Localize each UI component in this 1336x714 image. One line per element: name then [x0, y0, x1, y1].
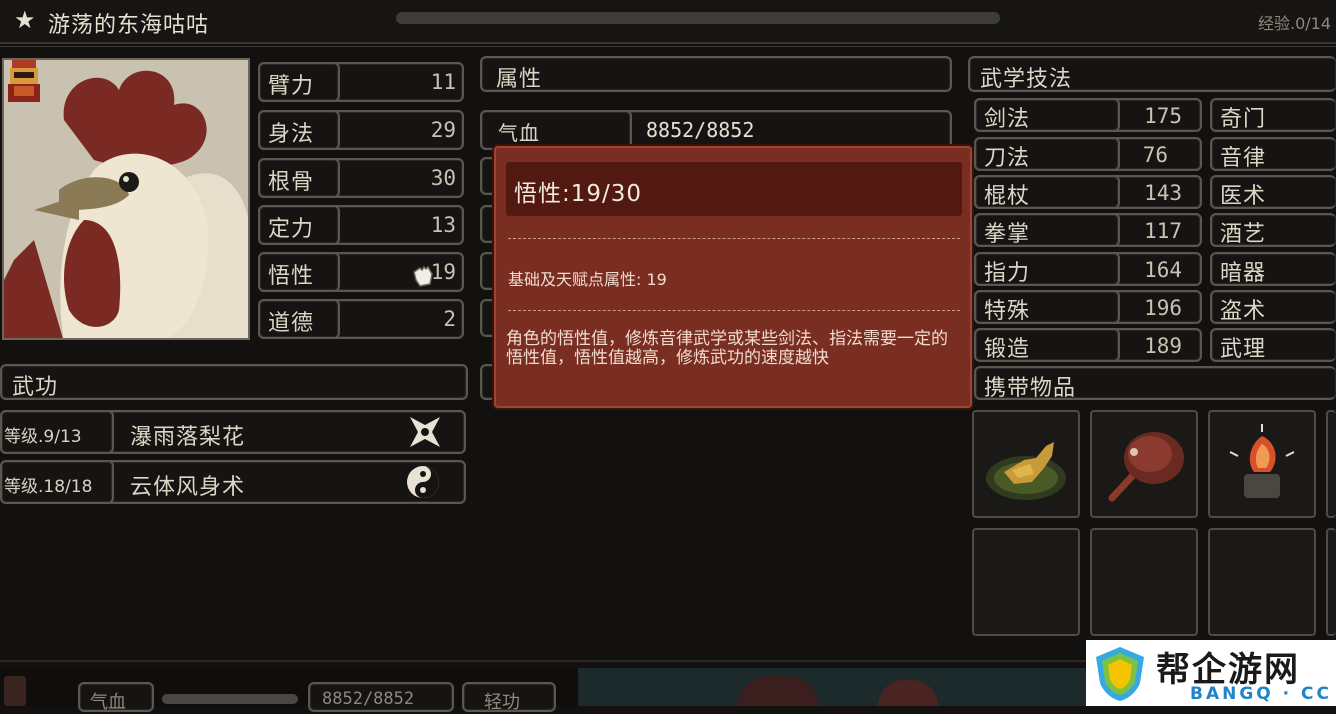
bottom-hp-value-box: 8852/8852	[308, 682, 454, 712]
skill-label: 盗术	[1220, 299, 1267, 324]
bottom-hp-label-box: 气血	[78, 682, 154, 713]
bottom-skill-button[interactable]: 轻功	[462, 682, 556, 713]
roast-meat-icon	[1108, 432, 1184, 502]
inventory-slot[interactable]	[972, 410, 1080, 518]
inventory-slot[interactable]	[1090, 528, 1198, 636]
stat-label: 臂力	[268, 74, 315, 99]
attributes-header: 属性	[480, 56, 952, 92]
tooltip-description: 角色的悟性值，修炼音律武学或某些剑法、指法需要一定的悟性值，悟性值越高，修炼武功…	[506, 329, 948, 368]
inventory-slot[interactable]	[1208, 528, 1316, 636]
skill-label: 音律	[1220, 146, 1267, 171]
stat-value: 29	[430, 118, 456, 142]
skill-label: 锻造	[984, 337, 1031, 362]
header-divider	[0, 46, 1336, 47]
bottom-hp-value: 8852/8852	[322, 689, 415, 709]
skill-label: 酒艺	[1220, 222, 1267, 247]
hand-cursor-icon	[413, 265, 433, 287]
tooltip-title: 悟性:19/30	[514, 181, 643, 207]
skill-label: 特殊	[984, 299, 1031, 324]
wugong-header: 武功	[0, 364, 468, 400]
inventory-slot[interactable]	[1326, 528, 1336, 636]
bottom-hp-label: 气血	[90, 692, 126, 713]
scene-shape	[878, 680, 938, 706]
wugong-title: 武功	[12, 375, 59, 400]
skill-label: 武理	[1220, 337, 1267, 362]
scene-preview	[578, 668, 1088, 706]
stat-label: 定力	[268, 217, 315, 242]
golden-rooster-icon	[986, 442, 1066, 500]
inventory-slot[interactable]	[1326, 410, 1336, 518]
skill-value: 143	[1144, 181, 1182, 205]
tooltip-divider	[508, 310, 960, 311]
bottom-hp-bar	[162, 694, 298, 704]
skill-label: 医术	[1220, 184, 1267, 209]
watermark: 帮企游网 BANGQ · CC	[1086, 640, 1336, 706]
stat-label: 根骨	[268, 170, 315, 195]
exp-bar	[396, 12, 1000, 24]
inventory-title: 携带物品	[984, 376, 1077, 401]
shuriken-icon	[410, 417, 440, 447]
skill-value: 189	[1144, 334, 1182, 358]
hp-value: 8852/8852	[646, 118, 755, 142]
skill-label: 指力	[984, 261, 1031, 286]
skill-value: 76	[1142, 143, 1168, 167]
bottom-skill-label: 轻功	[484, 692, 520, 713]
skill-value: 175	[1144, 104, 1182, 128]
wugong-name: 云体风身术	[130, 475, 246, 500]
stat-value: 30	[430, 166, 456, 190]
skill-label: 拳掌	[984, 222, 1031, 247]
martial-arts-title: 武学技法	[980, 67, 1073, 92]
inventory-slot[interactable]	[1090, 410, 1198, 518]
watermark-domain: BANGQ · CC	[1190, 684, 1332, 704]
skill-label: 剑法	[984, 107, 1031, 132]
exp-label: 经验.0/14	[1258, 14, 1332, 33]
hp-label: 气血	[498, 121, 540, 145]
stat-tooltip: 悟性:19/30 基础及天赋点属性: 19 角色的悟性值，修炼音律武学或某些剑法…	[494, 146, 972, 408]
skill-value: 164	[1144, 258, 1182, 282]
skill-value: 196	[1144, 296, 1182, 320]
stat-value: 13	[430, 213, 456, 237]
header-bar: ★ 游荡的东海咕咕 经验.0/14	[0, 0, 1336, 44]
yin-yang-icon	[407, 466, 439, 498]
scene-shape	[738, 676, 818, 706]
character-name: 游荡的东海咕咕	[48, 13, 210, 38]
fire-orb-icon	[1229, 424, 1295, 498]
skill-label: 刀法	[984, 146, 1031, 171]
tooltip-base-line: 基础及天赋点属性: 19	[508, 270, 667, 289]
stat-value: 11	[430, 70, 456, 94]
attributes-title: 属性	[496, 67, 543, 92]
character-sprite-icon	[4, 56, 44, 108]
inventory-slot[interactable]	[1208, 410, 1316, 518]
tooltip-divider	[508, 238, 960, 239]
skill-value: 117	[1144, 219, 1182, 243]
stat-label: 身法	[268, 122, 315, 147]
skill-label: 暗器	[1220, 261, 1267, 286]
stat-label: 道德	[268, 311, 315, 336]
wugong-level: 等级.18/18	[4, 477, 93, 497]
wugong-name: 瀑雨落梨花	[130, 425, 246, 450]
watermark-logo-icon	[1096, 647, 1144, 701]
inventory-header: 携带物品	[974, 366, 1336, 401]
tooltip-title-bar: 悟性:19/30	[506, 162, 962, 216]
skill-label: 棍杖	[984, 184, 1031, 209]
skill-label: 奇门	[1220, 107, 1267, 132]
star-icon: ★	[14, 6, 36, 34]
martial-arts-header: 武学技法	[968, 56, 1336, 92]
small-avatar-icon	[4, 676, 26, 706]
inventory-slot[interactable]	[972, 528, 1080, 636]
stat-value: 2	[443, 307, 456, 331]
wugong-level: 等级.9/13	[4, 427, 82, 447]
stat-label: 悟性	[268, 264, 315, 289]
